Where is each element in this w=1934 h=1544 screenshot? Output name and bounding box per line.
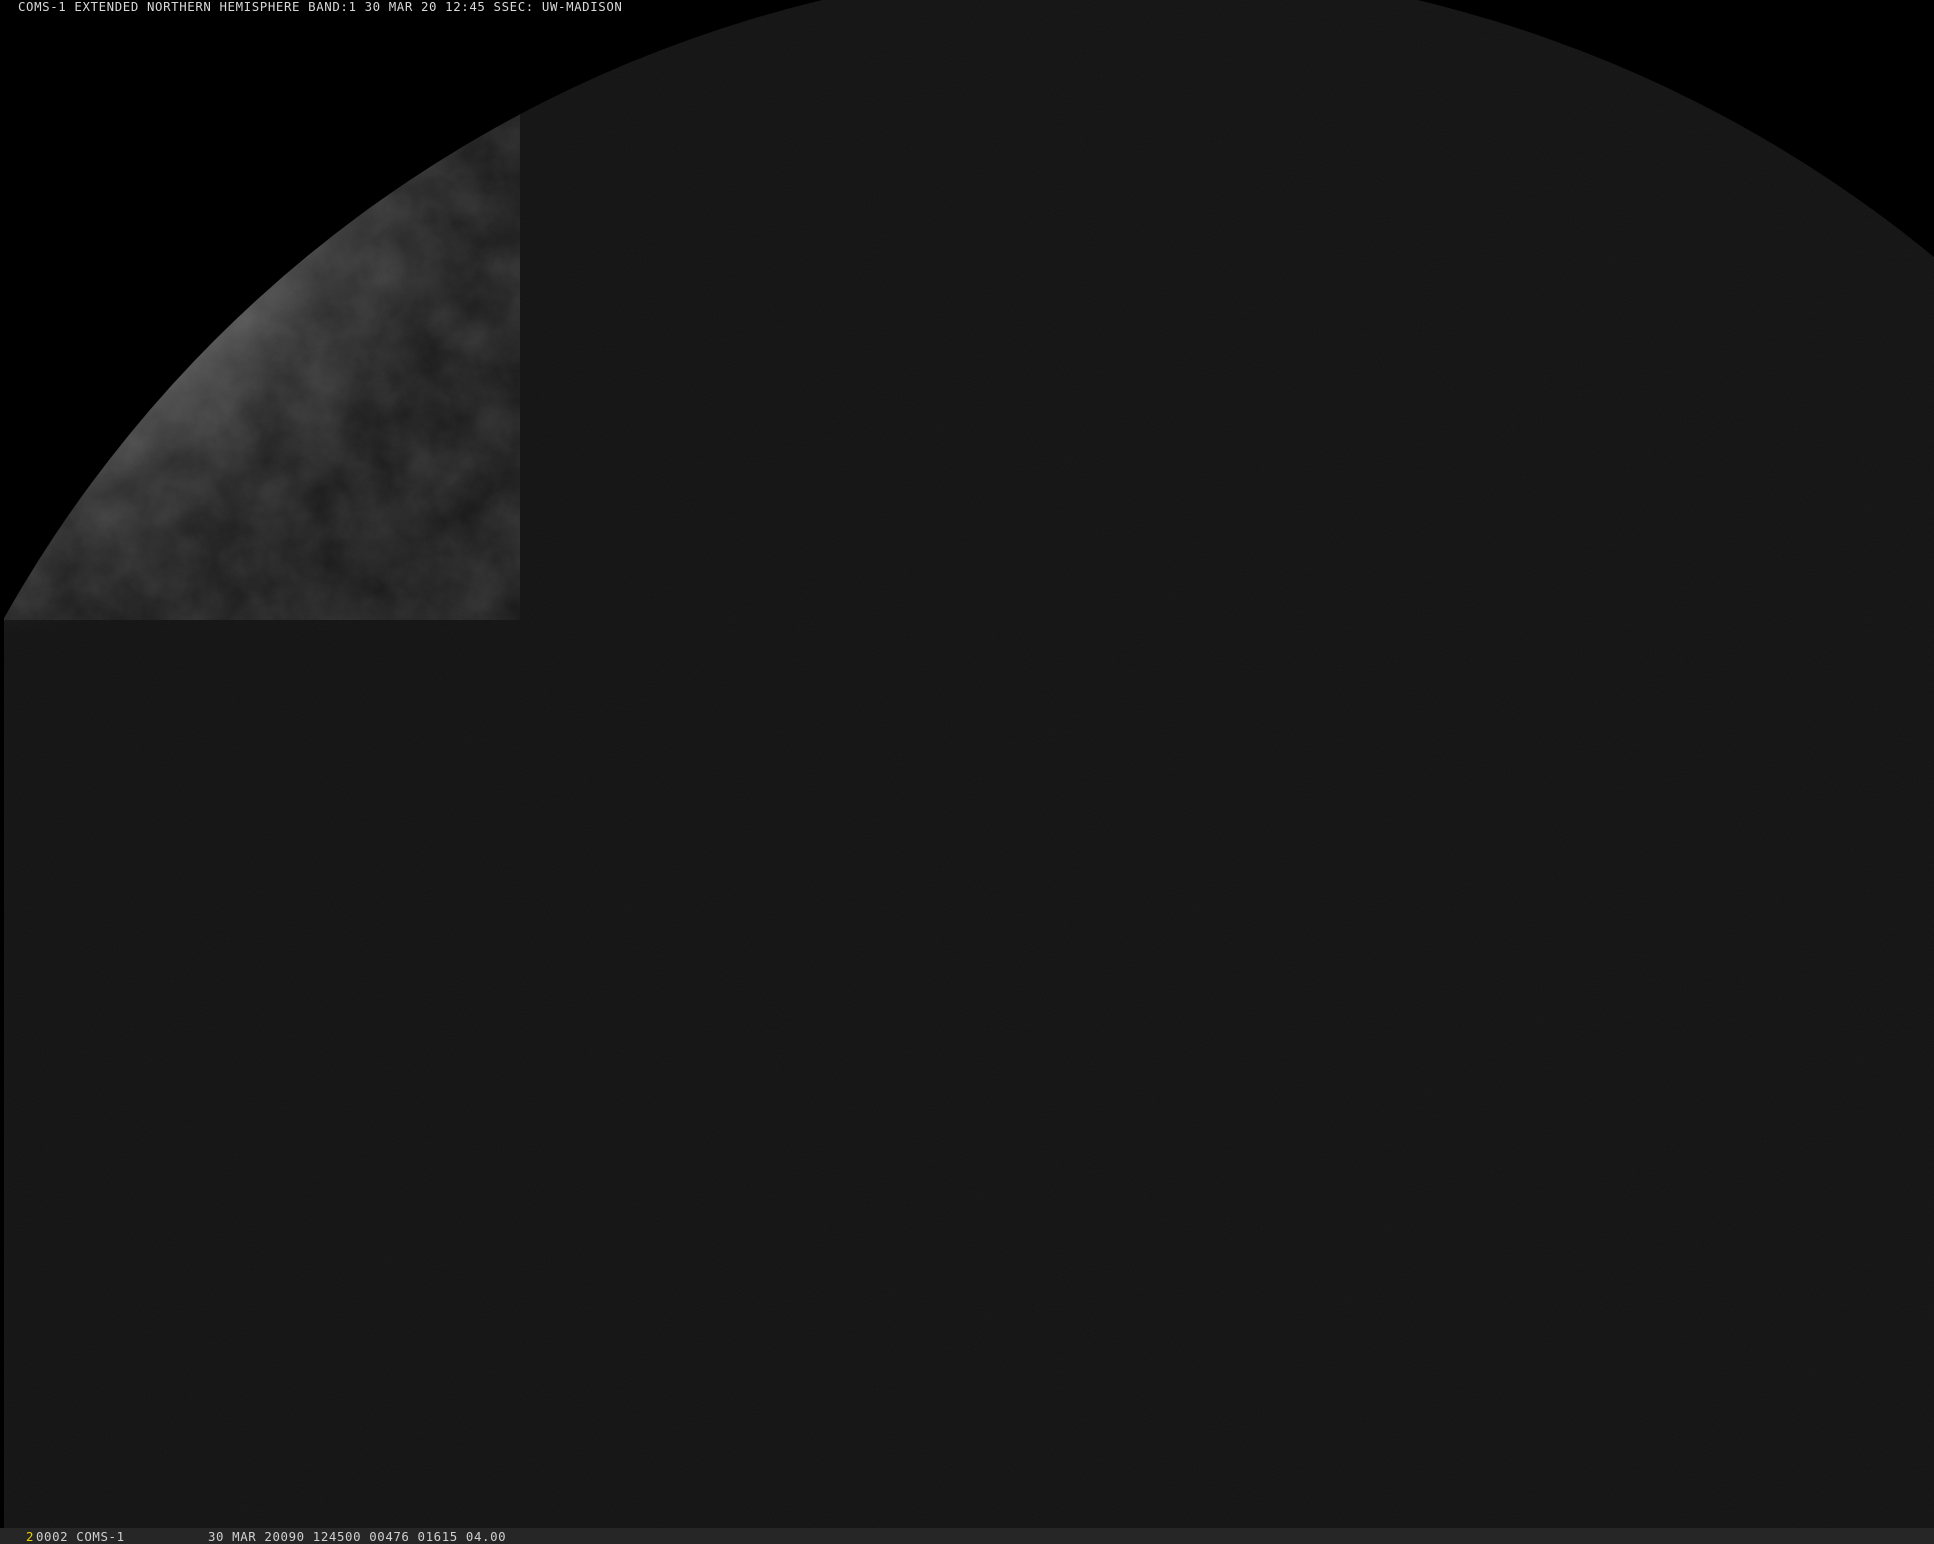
coastline: [147, 211, 223, 245]
earth-disk: [0, 0, 1934, 1544]
image-title: COMS-1 EXTENDED NORTHERN HEMISPHERE BAND…: [18, 0, 623, 14]
frame-index: 2: [26, 1529, 35, 1544]
frame-id: 0002 COMS-1: [36, 1529, 125, 1544]
satellite-image-frame: COMS-1 EXTENDED NORTHERN HEMISPHERE BAND…: [0, 0, 1934, 1544]
image-metadata: 30 MAR 20090 124500 00476 01615 04.00: [208, 1529, 507, 1544]
earth-disk-image: [0, 0, 1934, 1544]
